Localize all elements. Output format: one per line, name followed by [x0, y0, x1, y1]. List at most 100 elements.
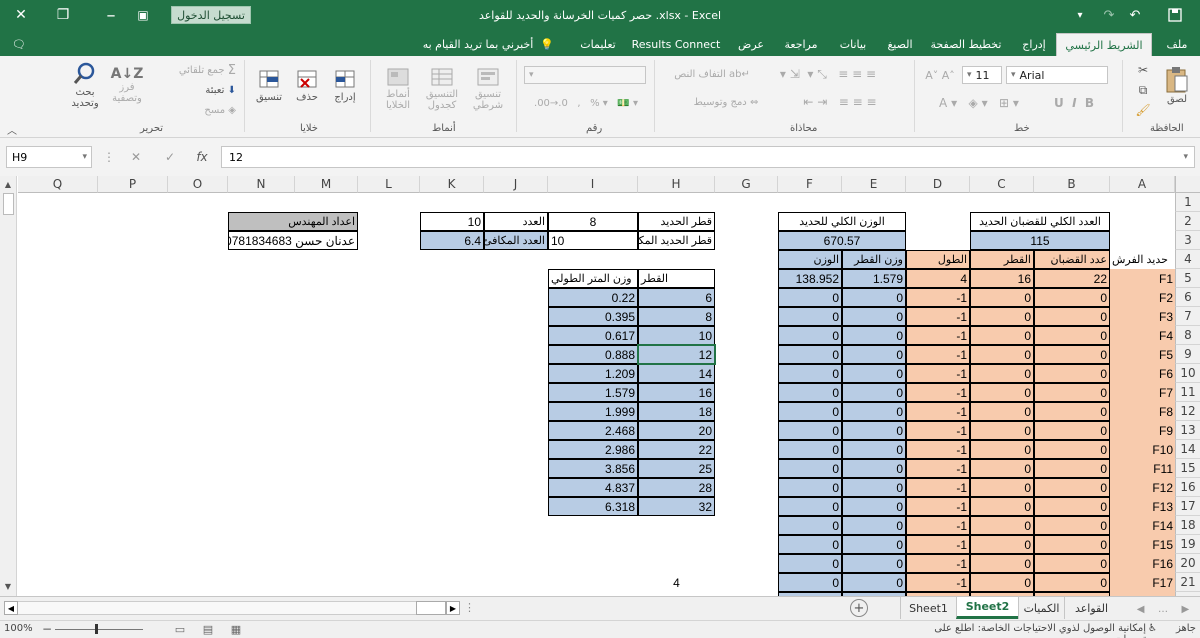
- bar-length[interactable]: -1: [906, 288, 970, 307]
- dia-weight[interactable]: 0: [842, 516, 906, 535]
- weight-table-diameter[interactable]: 16: [638, 383, 715, 402]
- fill-button[interactable]: تعبئة ⬇: [150, 82, 236, 98]
- column-header[interactable]: L: [358, 176, 420, 193]
- weight-table-weight[interactable]: 0.617: [548, 326, 638, 345]
- format-cells-button[interactable]: تنسيق: [252, 60, 286, 110]
- undo-button[interactable]: ↶: [1124, 0, 1146, 30]
- vertical-align-buttons[interactable]: ▾ ⇲ ▾ ⤡ ≡ ≡ ≡: [768, 66, 888, 82]
- vertical-scrollbar[interactable]: ▲ ▼: [0, 176, 17, 596]
- hscroll-thumb[interactable]: [416, 601, 446, 615]
- tab-formulas[interactable]: الصيغ: [880, 33, 920, 56]
- bar-length[interactable]: -1: [906, 307, 970, 326]
- sheet-tab-quantities[interactable]: الكميات: [1018, 597, 1064, 619]
- column-header[interactable]: J: [484, 176, 548, 193]
- insert-function-button[interactable]: fx: [192, 146, 212, 168]
- bar-diameter[interactable]: 0: [970, 383, 1034, 402]
- bar-weight[interactable]: 0: [778, 326, 842, 345]
- total-weight-value[interactable]: 670.57: [778, 231, 906, 250]
- row-header[interactable]: 10: [1175, 364, 1200, 383]
- bar-diameter[interactable]: 0: [970, 535, 1034, 554]
- footing-id[interactable]: F9: [1110, 421, 1175, 440]
- dia-weight[interactable]: 0: [842, 307, 906, 326]
- column-header[interactable]: E: [842, 176, 906, 193]
- footing-id[interactable]: F12: [1110, 478, 1175, 497]
- dia-weight[interactable]: 0: [842, 288, 906, 307]
- bar-weight[interactable]: 0: [778, 402, 842, 421]
- name-box[interactable]: H9 ▾: [6, 146, 92, 168]
- header-dia-weight[interactable]: وزن القطر: [842, 250, 906, 269]
- footing-id[interactable]: F11: [1110, 459, 1175, 478]
- save-button[interactable]: [1164, 0, 1186, 30]
- clear-button[interactable]: مسح ◈: [150, 102, 236, 118]
- row-header[interactable]: 12: [1175, 402, 1200, 421]
- comments-button[interactable]: 🗨: [4, 33, 34, 56]
- font-size-combo[interactable]: ▾ 11: [962, 66, 1002, 84]
- splitter-handle[interactable]: ⋮: [464, 601, 475, 615]
- bar-diameter[interactable]: 0: [970, 402, 1034, 421]
- font-color-buttons[interactable]: A ▾ ◈ ▾ ⊞ ▾: [924, 94, 1034, 112]
- tell-me-search[interactable]: أخبرني بما تريد القيام به: [420, 33, 536, 56]
- bar-length[interactable]: -1: [906, 516, 970, 535]
- weight-table-header-weight[interactable]: وزن المتر الطولي: [548, 269, 638, 288]
- bar-weight[interactable]: 0: [778, 554, 842, 573]
- bar-diameter[interactable]: 16: [970, 269, 1034, 288]
- tab-file[interactable]: ملف: [1158, 33, 1196, 56]
- footing-id[interactable]: F3: [1110, 307, 1175, 326]
- collapse-ribbon-button[interactable]: ︿: [4, 122, 20, 137]
- bar-count[interactable]: 0: [1034, 554, 1110, 573]
- engineer-name[interactable]: عدنان حسن 0781834683: [228, 231, 358, 250]
- dia-weight[interactable]: 0: [842, 535, 906, 554]
- weight-table-diameter[interactable]: 10: [638, 326, 715, 345]
- row-header[interactable]: 7: [1175, 307, 1200, 326]
- row-header[interactable]: 18: [1175, 516, 1200, 535]
- bar-diameter[interactable]: 0: [970, 440, 1034, 459]
- bar-count[interactable]: 0: [1034, 459, 1110, 478]
- dia-weight[interactable]: 0: [842, 573, 906, 592]
- bar-weight[interactable]: 138.952: [778, 269, 842, 288]
- bar-weight[interactable]: 0: [778, 478, 842, 497]
- column-header[interactable]: C: [970, 176, 1034, 193]
- bar-weight[interactable]: 0: [778, 535, 842, 554]
- bar-count[interactable]: 0: [1034, 516, 1110, 535]
- bar-weight[interactable]: 0: [778, 440, 842, 459]
- scroll-down-icon[interactable]: ▼: [2, 581, 14, 592]
- dia-weight[interactable]: 0: [842, 345, 906, 364]
- bar-count[interactable]: 0: [1034, 497, 1110, 516]
- weight-table-diameter[interactable]: 28: [638, 478, 715, 497]
- footing-id[interactable]: F5: [1110, 345, 1175, 364]
- column-header[interactable]: I: [548, 176, 638, 193]
- view-buttons[interactable]: ▭ ▤ ▦: [166, 623, 250, 637]
- bar-count[interactable]: 0: [1034, 364, 1110, 383]
- rebar-dia-label[interactable]: قطر الحديد: [638, 212, 715, 231]
- bar-length[interactable]: -1: [906, 440, 970, 459]
- footing-id[interactable]: F16: [1110, 554, 1175, 573]
- header-type[interactable]: حديد الفرش: [1110, 250, 1175, 269]
- format-as-table-button[interactable]: التنسيق كجدول: [420, 60, 464, 118]
- column-header[interactable]: P: [98, 176, 168, 193]
- header-diameter[interactable]: القطر: [970, 250, 1034, 269]
- row-header[interactable]: 15: [1175, 459, 1200, 478]
- bar-weight[interactable]: 0: [778, 421, 842, 440]
- dia-weight[interactable]: 0: [842, 478, 906, 497]
- bar-count[interactable]: 22: [1034, 269, 1110, 288]
- bar-diameter[interactable]: 0: [970, 554, 1034, 573]
- weight-table-diameter[interactable]: 12: [638, 345, 715, 364]
- row-header[interactable]: 14: [1175, 440, 1200, 459]
- row-header[interactable]: 6: [1175, 288, 1200, 307]
- bar-diameter[interactable]: 0: [970, 345, 1034, 364]
- total-weight-label[interactable]: الوزن الكلي للحديد: [778, 212, 906, 231]
- weight-table-weight[interactable]: 3.856: [548, 459, 638, 478]
- prepared-by-label[interactable]: اعداد المهندس: [228, 212, 358, 231]
- header-bar-count[interactable]: عدد القضبان: [1034, 250, 1110, 269]
- format-painter-button[interactable]: 🖌: [1132, 102, 1154, 118]
- bar-weight[interactable]: 0: [778, 307, 842, 326]
- sheet-nav-buttons[interactable]: ◀ … ▶: [1130, 601, 1196, 617]
- weight-table-weight[interactable]: 1.209: [548, 364, 638, 383]
- sheet-tab-sheet2[interactable]: Sheet2: [956, 597, 1018, 619]
- new-sheet-button[interactable]: +: [850, 599, 868, 617]
- footing-id[interactable]: F7: [1110, 383, 1175, 402]
- total-bars-label[interactable]: العدد الكلي للقضبان الحديد: [970, 212, 1110, 231]
- bar-count[interactable]: 0: [1034, 345, 1110, 364]
- bar-length[interactable]: -1: [906, 345, 970, 364]
- bar-length[interactable]: -1: [906, 459, 970, 478]
